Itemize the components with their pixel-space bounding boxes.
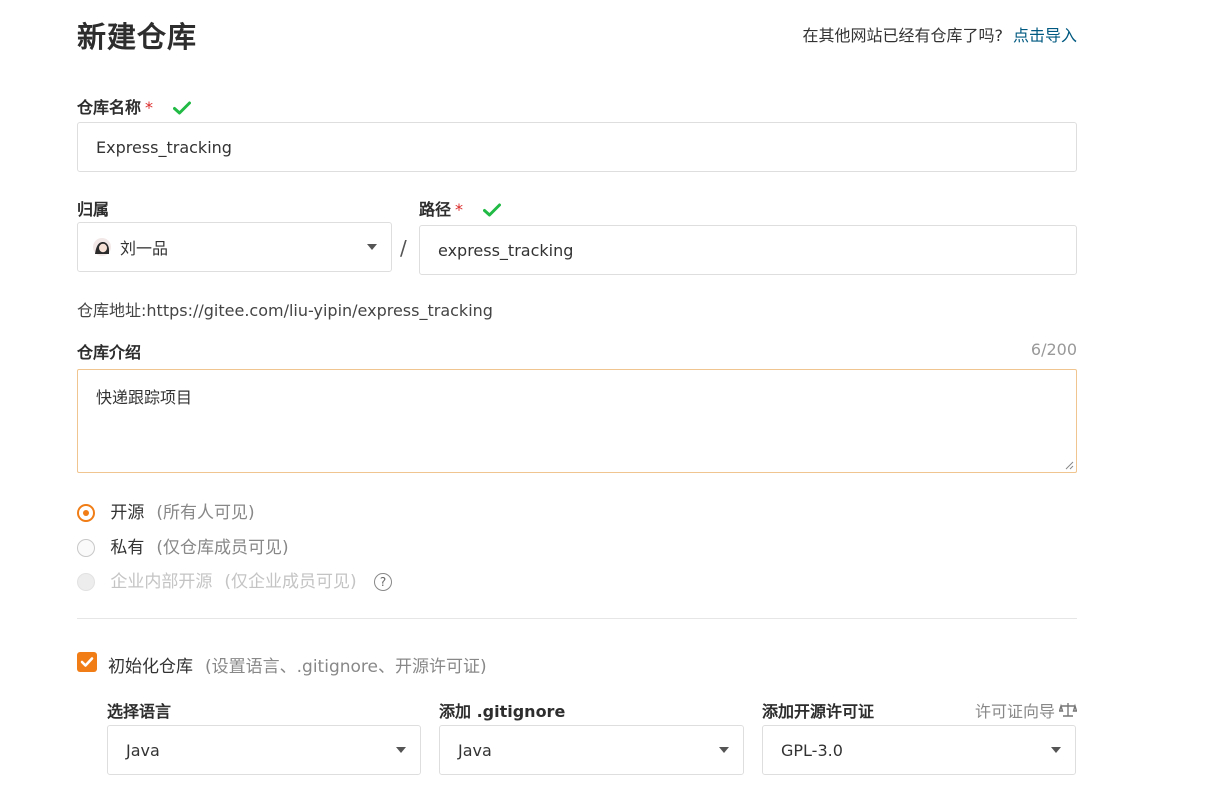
path-label-text: 路径: [419, 200, 452, 219]
description-textarea[interactable]: 快递跟踪项目: [77, 369, 1077, 473]
help-circle-icon[interactable]: ?: [374, 573, 393, 591]
visibility-hint: (仅企业成员可见): [224, 572, 357, 592]
chevron-down-icon: [719, 747, 729, 753]
owner-value: 刘一品: [120, 239, 169, 258]
radio-disabled-icon: [77, 573, 95, 591]
language-value: Java: [126, 740, 160, 760]
path-label: 路径 *: [419, 196, 501, 220]
checkbox-check-icon: [80, 657, 94, 667]
repo-address-label: 仓库地址:: [77, 301, 147, 320]
visibility-label: 私有: [110, 538, 145, 558]
chevron-down-icon: [367, 244, 377, 250]
license-select[interactable]: GPL-3.0: [762, 725, 1076, 775]
repo-name-value: Express_tracking: [96, 137, 232, 157]
avatar: [93, 238, 111, 256]
resize-handle-icon[interactable]: [1064, 460, 1074, 470]
scale-icon: [1059, 703, 1077, 717]
license-guide-text: 许可证向导: [974, 702, 1055, 721]
visibility-hint: (仅仓库成员可见): [156, 538, 289, 558]
gitignore-select[interactable]: Java: [439, 725, 744, 775]
init-hint: (设置语言、.gitignore、开源许可证): [205, 657, 487, 677]
init-checkbox[interactable]: [77, 652, 97, 672]
radio-selected-icon[interactable]: [77, 504, 95, 522]
repo-address: 仓库地址:https://gitee.com/liu-yipin/express…: [77, 297, 493, 321]
visibility-option-private[interactable]: 私有 (仅仓库成员可见): [77, 533, 289, 558]
import-link[interactable]: 点击导入: [1013, 26, 1077, 45]
license-value: GPL-3.0: [781, 740, 843, 760]
check-icon: [482, 203, 501, 217]
visibility-option-public[interactable]: 开源 (所有人可见): [77, 498, 255, 523]
visibility-option-enterprise: 企业内部开源 (仅企业成员可见) ?: [77, 567, 393, 592]
description-counter: 6/200: [1030, 340, 1077, 359]
gitignore-value: Java: [458, 740, 492, 760]
repo-address-value: https://gitee.com/liu-yipin/express_trac…: [146, 301, 493, 320]
visibility-hint: (所有人可见): [156, 503, 255, 523]
visibility-label: 企业内部开源: [110, 572, 213, 592]
import-prompt-text: 在其他网站已经有仓库了吗?: [802, 26, 1003, 45]
init-label-row[interactable]: 初始化仓库 (设置语言、.gitignore、开源许可证): [108, 652, 487, 677]
owner-select[interactable]: 刘一品: [77, 222, 392, 272]
page-title: 新建仓库: [77, 20, 198, 54]
license-label: 添加开源许可证: [762, 702, 875, 721]
repo-name-input[interactable]: Express_tracking: [77, 122, 1077, 172]
radio-icon[interactable]: [77, 539, 95, 557]
import-prompt-row: 在其他网站已经有仓库了吗? 点击导入: [802, 22, 1077, 46]
description-value: 快递跟踪项目: [96, 388, 193, 407]
required-mark: *: [145, 98, 154, 117]
repo-name-label-text: 仓库名称: [77, 98, 142, 117]
repo-name-label: 仓库名称 *: [77, 94, 191, 118]
chevron-down-icon: [1051, 747, 1061, 753]
check-icon: [172, 101, 191, 115]
path-separator: /: [400, 236, 407, 260]
language-label: 选择语言: [107, 702, 172, 721]
visibility-label: 开源: [110, 503, 145, 523]
init-label: 初始化仓库: [108, 657, 193, 677]
description-label: 仓库介绍: [77, 343, 142, 362]
path-input[interactable]: express_tracking: [419, 225, 1077, 275]
chevron-down-icon: [396, 747, 406, 753]
language-select[interactable]: Java: [107, 725, 421, 775]
gitignore-label: 添加 .gitignore: [439, 702, 566, 721]
owner-label: 归属: [77, 200, 110, 219]
divider: [77, 618, 1077, 619]
license-guide-link[interactable]: 许可证向导: [975, 698, 1077, 722]
required-mark: *: [455, 200, 464, 219]
path-value: express_tracking: [438, 240, 574, 260]
